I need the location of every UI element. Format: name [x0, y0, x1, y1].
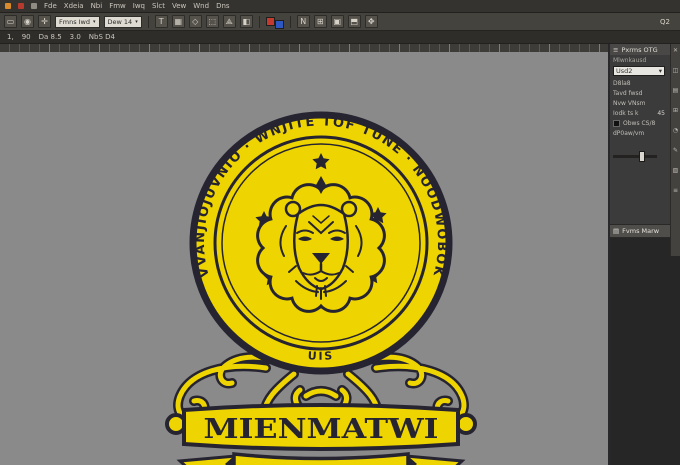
pen-tool-icon[interactable]: ⟁	[222, 15, 236, 28]
menu-dot-red-icon	[18, 3, 24, 9]
align-tool-icon[interactable]: N	[296, 15, 310, 28]
panel-menu-icon[interactable]: ≡	[613, 46, 618, 54]
panel-dock-strip: ✕ ◫ ▤ ⊞ ◔ ✎ ▧ ≡	[670, 44, 680, 256]
distribute-tool-icon[interactable]: ⊞	[313, 15, 327, 28]
panel-dropdown-value: Usd2	[616, 67, 633, 75]
marquee-tool-icon[interactable]: ⬚	[205, 15, 219, 28]
panel-dropdown[interactable]: Usd2 ▾	[613, 66, 665, 76]
layers-panel-icon[interactable]: ▣	[330, 15, 344, 28]
shape-tool-icon[interactable]: ◇	[188, 15, 202, 28]
slider-track[interactable]	[613, 155, 657, 158]
font-dropdown-value: Fmns Iwd	[59, 17, 91, 26]
menu-item-5[interactable]: Iwq	[133, 0, 145, 13]
units-value[interactable]: NbS D4	[89, 33, 115, 41]
panel-row-label: Iodk ts k	[613, 109, 639, 117]
menu-dot-gray-icon	[31, 3, 37, 9]
artboard-tool-icon[interactable]: ⬒	[347, 15, 361, 28]
color-swatch[interactable]	[613, 119, 620, 127]
name-banner: MIENMATWI	[165, 403, 477, 451]
toolbar: ▭ ◉ ✛ Fmns Iwd ▾ Dew 14 ▾ T ▦ ◇ ⬚ ⟁ ◧ N …	[0, 13, 680, 31]
menu-item-8[interactable]: Wnd	[193, 0, 209, 13]
height-value[interactable]: 3.0	[70, 33, 81, 41]
fill-color-swatch[interactable]	[265, 17, 275, 26]
move-tool-icon[interactable]: ✛	[38, 15, 51, 28]
toolbar-separator	[147, 15, 149, 28]
panel-row-label: Tavd fwsd	[613, 89, 643, 97]
horizontal-ruler[interactable]	[0, 44, 608, 52]
font-dropdown[interactable]: Fmns Iwd ▾	[55, 15, 100, 28]
panel-row-label: Obws CS/8	[623, 119, 656, 127]
lion-badge-artwork[interactable]: VVANJIOJUVNIO · WNJITE TOF TUNE · NOODWO…	[146, 106, 496, 465]
rectangle-tool-icon[interactable]: ▭	[4, 15, 17, 28]
right-panel: ≡ Pxrms OTG Mlwnkausd Usd2 ▾ D8la8 Tavd …	[610, 44, 680, 465]
panel-slider	[613, 146, 677, 166]
panels-icon[interactable]: ◫	[673, 68, 679, 74]
bottom-ribbon	[176, 452, 466, 465]
gradient-tool-icon[interactable]: ◧	[239, 15, 253, 28]
transform-tool-icon[interactable]: ✥	[364, 15, 378, 28]
menu-item-6[interactable]: Slct	[152, 0, 165, 13]
panel-row-value: 45	[657, 109, 665, 117]
design-app-window: Fde Xdeia Nbi Fmw Iwq Slct Vew Wnd Dns ▭…	[0, 0, 680, 465]
panel-title: Pxrms OTG	[621, 45, 658, 54]
menu-item-9[interactable]: Dns	[216, 0, 229, 13]
circle-text-bottom: UIS	[307, 349, 334, 363]
menu-item-1[interactable]: Fde	[44, 0, 57, 13]
grid-tool-icon[interactable]: ▦	[171, 15, 185, 28]
layer-icon: ▤	[613, 227, 620, 235]
size-dropdown-value: Dew 14	[107, 17, 133, 26]
menu-item-2[interactable]: Xdeia	[64, 0, 84, 13]
canvas[interactable]: VVANJIOJUVNIO · WNJITE TOF TUNE · NOODWO…	[0, 52, 608, 465]
toolbar-separator	[258, 15, 260, 28]
type-tool-icon[interactable]: T	[154, 15, 168, 28]
panel-row-label: dP0aw/vm	[613, 129, 645, 137]
edit-icon[interactable]: ✎	[673, 148, 678, 154]
swatches-icon[interactable]: ▧	[673, 168, 679, 174]
app-logo-icon	[5, 3, 11, 9]
options-bar: 1, 90 Da 8.5 3.0 NbS D4	[0, 31, 680, 44]
ellipse-tool-icon[interactable]: ◉	[21, 15, 34, 28]
menu-item-7[interactable]: Vew	[172, 0, 186, 13]
toolbar-separator	[289, 15, 291, 28]
ribbon-center	[232, 452, 410, 465]
layer-label: Fvms Marw	[622, 227, 660, 235]
close-icon[interactable]: ✕	[673, 48, 678, 54]
width-value[interactable]: Da 8.5	[39, 33, 62, 41]
rotation-value[interactable]: 90	[22, 33, 31, 41]
menu-bar: Fde Xdeia Nbi Fmw Iwq Slct Vew Wnd Dns	[0, 0, 680, 13]
chevron-down-icon: ▾	[135, 18, 138, 25]
menu-icon[interactable]: ≡	[673, 188, 678, 194]
menu-item-3[interactable]: Nbi	[91, 0, 103, 13]
panel-row-label: Nvw VNsm	[613, 99, 646, 107]
slider-handle[interactable]	[639, 151, 645, 162]
size-dropdown[interactable]: Dew 14 ▾	[103, 15, 142, 28]
panel-empty-area	[610, 238, 680, 465]
grid-icon[interactable]: ⊞	[673, 108, 678, 114]
position-x-value[interactable]: 1,	[7, 33, 14, 41]
layers-icon[interactable]: ▤	[673, 88, 679, 94]
chevron-down-icon: ▾	[658, 67, 662, 75]
banner-text: MIENMATWI	[204, 414, 439, 445]
panel-row-label: D8la8	[613, 79, 631, 87]
zoom-level[interactable]: Q2	[660, 18, 676, 26]
chevron-down-icon: ▾	[93, 18, 96, 25]
stroke-color-swatch[interactable]	[274, 19, 284, 29]
history-icon[interactable]: ◔	[673, 128, 678, 134]
menu-item-4[interactable]: Fmw	[109, 0, 126, 13]
